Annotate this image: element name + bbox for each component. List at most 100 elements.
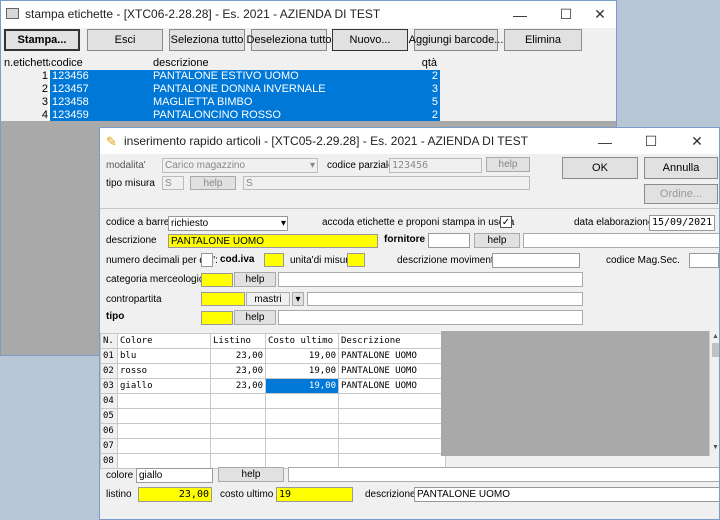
listino-cell[interactable] [210,423,266,439]
listino-cell[interactable] [210,408,266,424]
descrizione-cell[interactable]: PANTALONE UOMO [338,348,446,364]
close-icon[interactable]: ✕ [674,128,719,155]
listino-label: listino [106,489,132,500]
column-header[interactable]: codice [51,57,149,70]
row-number: 08 [100,453,118,469]
help-button[interactable]: help [218,467,284,482]
colore-label: colore [106,470,134,481]
accoda-checkbox[interactable]: ✓ [500,216,512,228]
costo-cell[interactable]: 19,00 [265,348,339,364]
maximize-icon[interactable]: ☐ [628,128,674,155]
descrizione2-field[interactable]: PANTALONE UOMO [414,487,719,502]
window-title: stampa etichette - [XTC06-2.28.28] - Es.… [25,7,381,21]
table-row[interactable]: 02 rosso 23,00 19,00 PANTALONE UOMO [100,363,446,379]
row-number: 05 [100,408,118,424]
nuovo-button[interactable]: Nuovo... [332,29,408,51]
costo-ultimo-field[interactable]: 19 [276,487,353,502]
scroll-down-icon[interactable]: ▼ [712,444,719,451]
mastri-select[interactable]: mastri [246,292,290,306]
descrizione-cell[interactable] [338,393,446,409]
column-header: N. [100,333,118,349]
seleziona-tutto-button[interactable]: Seleziona tutto [169,29,245,51]
fornitore-field[interactable] [428,233,470,248]
help-button[interactable]: help [234,272,276,287]
colore-cell[interactable] [117,408,211,424]
stampa-button[interactable]: Stampa... [4,29,80,51]
colore-cell[interactable] [117,393,211,409]
listino-cell[interactable] [210,438,266,454]
costo-cell[interactable] [265,408,339,424]
listino-cell[interactable]: 23,00 [210,378,266,394]
listino-cell[interactable]: 23,00 [210,363,266,379]
codice-magsec-field[interactable] [689,253,719,268]
aggiungi-barcode-button[interactable]: Aggiungi barcode... [409,29,503,51]
row-number: 07 [100,438,118,454]
descrizione-field[interactable]: PANTALONE UOMO [168,234,378,248]
table-row[interactable]: 1 123456 PANTALONE ESTIVO UOMO 2 [2,70,440,83]
table-row[interactable]: 07 [100,438,446,454]
esci-button[interactable]: Esci [87,29,163,51]
elimina-button[interactable]: Elimina [504,29,582,51]
colore-field[interactable]: giallo [136,468,213,483]
descrizione-cell[interactable]: PANTALONE UOMO [338,363,446,379]
chevron-down-icon[interactable]: ▾ [292,292,304,306]
tipo-misura-field[interactable]: S [162,176,184,190]
descrizione-movimenti-field[interactable] [492,253,580,268]
ok-button[interactable]: OK [562,157,638,179]
codice-barre-select[interactable]: richiesto ▾ [168,216,288,231]
descrizione-cell[interactable] [338,408,446,424]
tipo-field[interactable] [201,311,233,325]
help-button[interactable]: help [474,233,520,248]
tipo-label: tipo [106,311,125,322]
table-row[interactable]: 06 [100,423,446,439]
unita-misura-field[interactable] [347,253,365,267]
modalita-select[interactable]: Carico magazzino ▾ [162,158,318,173]
listino-cell[interactable]: 23,00 [210,348,266,364]
colore-cell[interactable]: giallo [117,378,211,394]
ordine-button[interactable]: Ordine... [644,184,718,204]
descrizione-cell[interactable] [338,423,446,439]
column-header[interactable]: descrizione [153,57,393,70]
annulla-button[interactable]: Annulla [644,157,718,179]
costo-cell-selected[interactable]: 19,00 [265,378,339,394]
costo-cell[interactable]: 19,00 [265,363,339,379]
table-row[interactable]: 2 123457 PANTALONE DONNA INVERNALE 3 [2,83,440,96]
data-elaborazione-field[interactable]: 15/09/2021 [649,215,715,231]
colore-cell[interactable]: blu [117,348,211,364]
scroll-up-icon[interactable]: ▲ [712,333,719,340]
column-header[interactable]: qtà [397,57,437,70]
help-button[interactable]: help [190,176,236,190]
close-icon[interactable]: ✕ [577,1,623,28]
table-row[interactable]: 05 [100,408,446,424]
table-row[interactable]: 01 blu 23,00 19,00 PANTALONE UOMO [100,348,446,364]
colore-cell[interactable] [117,453,211,469]
costo-cell[interactable] [265,393,339,409]
costo-cell[interactable] [265,423,339,439]
deseleziona-tutto-button[interactable]: Deseleziona tutto [247,29,332,51]
table-row[interactable]: 03 giallo 23,00 19,00 PANTALONE UOMO [100,378,446,394]
descrizione-cell[interactable] [338,438,446,454]
help-button[interactable]: help [234,310,276,325]
costo-ultimo-label: costo ultimo [220,489,274,500]
colore-cell[interactable] [117,423,211,439]
costo-cell[interactable] [265,438,339,454]
decimali-field[interactable] [201,253,213,267]
categoria-field[interactable] [201,273,233,287]
scroll-thumb[interactable] [712,343,719,357]
table-row[interactable]: 3 123458 MAGLIETTA BIMBO 5 [2,96,440,109]
codiva-field[interactable] [264,253,284,267]
help-button[interactable]: help [486,157,530,172]
colore-cell[interactable]: rosso [117,363,211,379]
contropartita-field[interactable] [201,292,245,306]
minimize-icon[interactable]: — [582,128,628,155]
table-row[interactable]: 04 [100,393,446,409]
grid-scrollbar[interactable]: ▲ ▼ [709,331,719,456]
column-header[interactable]: n.etichetta [2,57,50,70]
descrizione-cell[interactable]: PANTALONE UOMO [338,378,446,394]
colore-cell[interactable] [117,438,211,454]
listino-cell[interactable] [210,393,266,409]
minimize-icon[interactable]: — [497,1,543,28]
listino-field[interactable]: 23,00 [138,487,212,502]
colore-desc [288,467,719,482]
codice-parziale-field[interactable]: 123456 [389,158,482,173]
